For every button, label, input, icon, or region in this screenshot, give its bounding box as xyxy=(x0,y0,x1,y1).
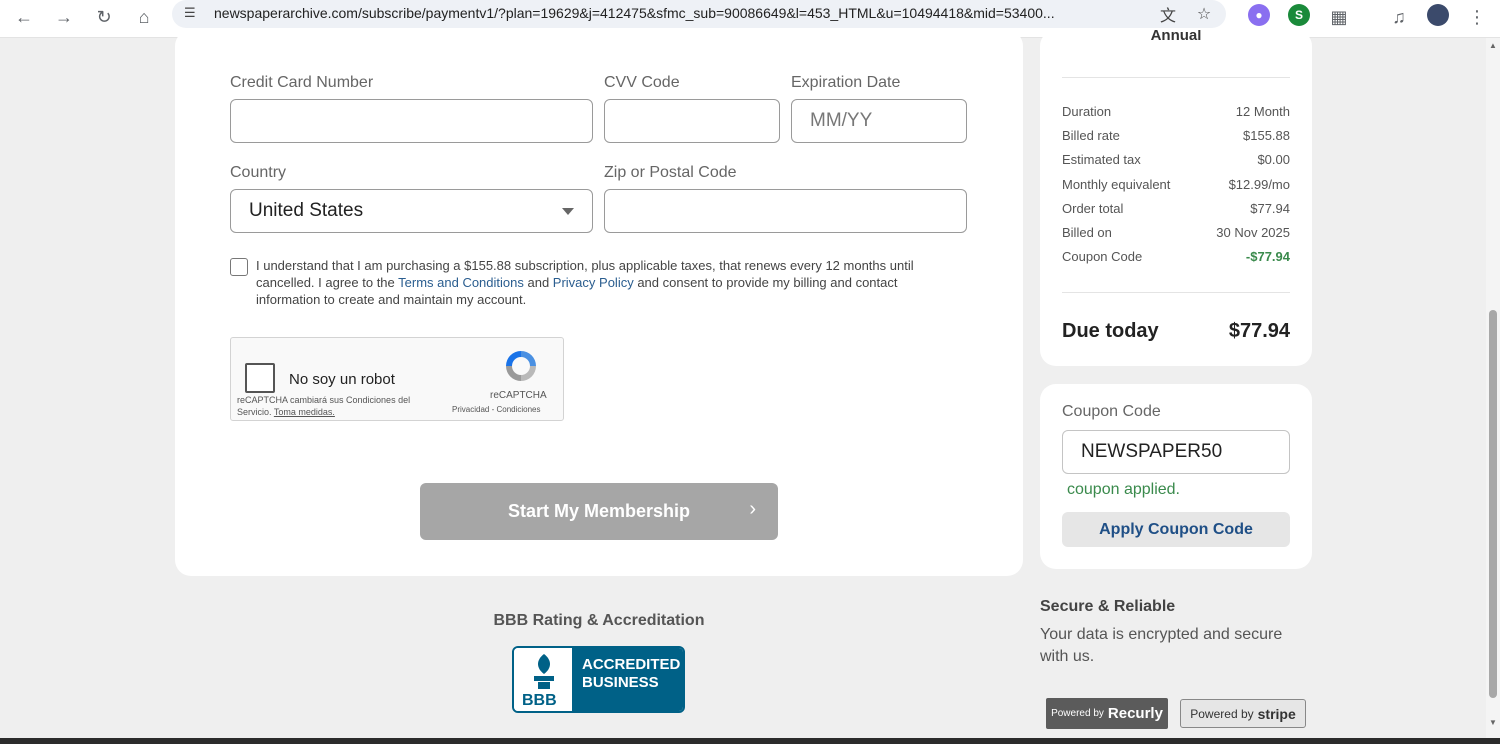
extension-s-icon[interactable]: S xyxy=(1288,4,1310,26)
summary-row: Billed rate $155.88 xyxy=(1062,128,1290,146)
extension-icon[interactable]: ● xyxy=(1248,4,1270,26)
summary-row: Monthly equivalent $12.99/mo xyxy=(1062,177,1290,195)
summary-row: Order total $77.94 xyxy=(1062,201,1290,219)
menu-dots-icon[interactable]: ⋮ xyxy=(1463,3,1491,31)
recaptcha-brand: reCAPTCHA xyxy=(490,390,547,401)
page-scrollbar[interactable]: ▲ ▼ xyxy=(1486,38,1500,738)
cvv-input[interactable] xyxy=(604,99,780,143)
recaptcha-note-link[interactable]: Toma medidas. xyxy=(274,407,335,417)
terms-text: I understand that I am purchasing a $155… xyxy=(256,257,956,308)
stripe-prefix: Powered by xyxy=(1190,706,1254,721)
scroll-up-icon[interactable]: ▲ xyxy=(1488,41,1498,51)
bbb-line1: ACCREDITED xyxy=(582,656,681,673)
zip-label: Zip or Postal Code xyxy=(604,164,737,181)
credit-card-label: Credit Card Number xyxy=(230,74,374,91)
summary-value: $77.94 xyxy=(1250,201,1290,216)
scroll-thumb[interactable] xyxy=(1489,310,1497,698)
url-text[interactable]: newspaperarchive.com/subscribe/paymentv1… xyxy=(214,5,1149,21)
recaptcha-note: reCAPTCHA cambiará sus Condiciones del S… xyxy=(237,394,437,418)
site-info-icon[interactable]: ☰ xyxy=(184,5,202,23)
summary-key: Billed on xyxy=(1062,225,1112,240)
due-today-label: Due today xyxy=(1062,320,1159,342)
due-today-value: $77.94 xyxy=(1228,320,1290,342)
bbb-torch-icon: BBB xyxy=(514,648,574,711)
coupon-input[interactable]: NEWSPAPER50 xyxy=(1062,430,1290,474)
summary-key: Estimated tax xyxy=(1062,152,1141,167)
terms-link[interactable]: Terms and Conditions xyxy=(398,275,524,290)
recurly-brand: Recurly xyxy=(1107,705,1163,722)
profile-avatar[interactable] xyxy=(1427,4,1449,26)
bbb-accredited-text: ACCREDITED BUSINESS xyxy=(572,648,683,711)
reload-icon[interactable]: ↻ xyxy=(90,3,118,31)
summary-value: $155.88 xyxy=(1243,128,1290,143)
recurly-prefix: Powered by xyxy=(1051,708,1104,719)
coupon-discount-value: -$77.94 xyxy=(1245,249,1290,264)
window-bottom-edge xyxy=(0,738,1500,744)
media-control-icon[interactable]: ♫ xyxy=(1385,3,1413,31)
start-membership-button[interactable]: Start My Membership › xyxy=(420,483,778,540)
summary-key: Monthly equivalent xyxy=(1062,177,1171,192)
chevron-down-icon xyxy=(562,208,574,215)
due-today: Due today $77.94 xyxy=(1062,320,1290,346)
recaptcha-links[interactable]: Privacidad - Condiciones xyxy=(452,405,541,414)
stripe-brand: stripe xyxy=(1257,705,1296,722)
recaptcha-checkbox[interactable] xyxy=(245,363,275,393)
bbb-title: BBB Rating & Accreditation xyxy=(493,612,705,629)
bookmark-star-icon[interactable]: ☆ xyxy=(1192,2,1216,26)
apply-coupon-button[interactable]: Apply Coupon Code xyxy=(1062,512,1290,547)
bbb-badge[interactable]: BBB ACCREDITED BUSINESS xyxy=(512,646,685,713)
summary-value: $0.00 xyxy=(1257,152,1290,167)
chevron-right-icon: › xyxy=(749,498,756,520)
address-bar[interactable]: ☰ newspaperarchive.com/subscribe/payment… xyxy=(172,0,1226,28)
privacy-link[interactable]: Privacy Policy xyxy=(553,275,634,290)
recaptcha-label: No soy un robot xyxy=(289,371,395,388)
summary-key: Duration xyxy=(1062,104,1112,119)
summary-value: 12 Month xyxy=(1235,104,1290,119)
plan-name: Annual xyxy=(1040,30,1312,44)
summary-key: Billed rate xyxy=(1062,128,1120,143)
powered-by-recurly-badge: Powered by Recurly xyxy=(1046,698,1168,729)
plan-name-text: Annual xyxy=(1150,30,1202,44)
powered-by-stripe-badge: Powered by stripe xyxy=(1180,699,1306,728)
recaptcha-logo-icon xyxy=(506,351,536,381)
summary-key: Order total xyxy=(1062,201,1124,216)
summary-row: Estimated tax $0.00 xyxy=(1062,152,1290,170)
country-label: Country xyxy=(230,164,287,181)
country-value: United States xyxy=(249,200,364,221)
country-select[interactable]: United States xyxy=(230,189,593,233)
secure-title: Secure & Reliable xyxy=(1040,598,1176,615)
terms-checkbox[interactable] xyxy=(230,258,248,276)
home-icon[interactable]: ⌂ xyxy=(130,3,158,31)
translate-icon[interactable]: 文 xyxy=(1156,2,1180,26)
extensions-puzzle-icon[interactable]: ▦ xyxy=(1325,3,1353,31)
expiration-input[interactable]: MM/YY xyxy=(791,99,967,143)
divider xyxy=(1062,77,1290,78)
coupon-label: Coupon Code xyxy=(1062,403,1161,420)
summary-value: 30 Nov 2025 xyxy=(1216,225,1290,240)
zip-input[interactable] xyxy=(604,189,967,233)
start-membership-label: Start My Membership xyxy=(507,501,691,521)
bbb-line2: BUSINESS xyxy=(582,674,659,691)
expiration-label: Expiration Date xyxy=(791,74,901,91)
terms-part2: and xyxy=(523,275,553,290)
scroll-down-icon[interactable]: ▼ xyxy=(1488,718,1498,728)
summary-value: $12.99/mo xyxy=(1228,177,1290,192)
summary-row: Coupon Code -$77.94 xyxy=(1062,249,1290,267)
recaptcha-widget: No soy un robot reCAPTCHA cambiará sus C… xyxy=(230,337,564,421)
cvv-label: CVV Code xyxy=(604,74,680,91)
summary-key: Coupon Code xyxy=(1062,249,1143,264)
coupon-status-message: coupon applied. xyxy=(1067,481,1180,498)
back-icon[interactable]: ← xyxy=(10,3,38,31)
summary-row: Billed on 30 Nov 2025 xyxy=(1062,225,1290,243)
bbb-logo-text: BBB xyxy=(522,692,557,709)
secure-text: Your data is encrypted and secure with u… xyxy=(1040,626,1283,665)
summary-row: Duration 12 Month xyxy=(1062,104,1290,122)
forward-icon[interactable]: → xyxy=(50,3,78,31)
order-summary-card xyxy=(1040,30,1312,366)
divider xyxy=(1062,292,1290,293)
credit-card-input[interactable] xyxy=(230,99,593,143)
